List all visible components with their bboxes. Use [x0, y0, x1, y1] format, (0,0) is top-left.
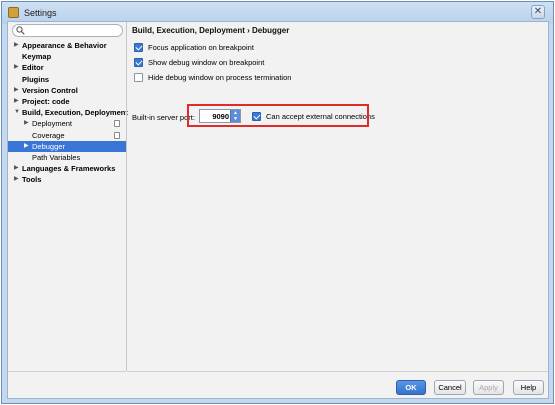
ok-button[interactable]: OK [396, 380, 426, 395]
sidebar-item-label: Plugins [22, 74, 50, 84]
chevron-right-icon[interactable]: ▶ [24, 118, 29, 129]
close-button[interactable]: ✕ [531, 5, 545, 19]
search-icon [16, 26, 25, 35]
show-debug-window-option[interactable]: Show debug window on breakpoint [134, 57, 264, 68]
sidebar-item-label: Project: code [22, 96, 70, 106]
chevron-right-icon[interactable]: ▶ [14, 174, 19, 185]
sidebar-item-label: Appearance & Behavior [22, 41, 107, 50]
sidebar-item-label: Debugger [32, 141, 65, 151]
project-level-icon [114, 120, 120, 128]
chevron-right-icon[interactable]: ▶ [14, 96, 19, 107]
settings-panel: Build, Execution, Deployment › Debugger … [127, 22, 548, 371]
settings-app-icon [8, 7, 19, 18]
chevron-right-icon[interactable]: ▶ [14, 163, 19, 174]
highlight-box [187, 104, 369, 127]
sidebar-item-label: Build, Execution, Deployment [22, 108, 128, 118]
sidebar-item-label: Path Variables [32, 152, 81, 162]
show-debug-window-label[interactable]: Show debug window on breakpoint [148, 58, 264, 67]
sidebar-item-keymap[interactable]: Keymap [8, 51, 126, 62]
dialog-body: ▶ Appearance & Behavior Keymap ▶ Editor … [7, 21, 549, 399]
hide-debug-window-checkbox[interactable] [134, 73, 143, 82]
sidebar-item-appearance-behavior[interactable]: ▶ Appearance & Behavior [8, 40, 126, 51]
chevron-right-icon[interactable]: ▶ [14, 85, 19, 96]
hide-debug-window-option[interactable]: Hide debug window on process termination [134, 72, 291, 83]
show-debug-window-checkbox[interactable] [134, 58, 143, 67]
window-title: Settings [24, 8, 57, 18]
settings-sidebar: ▶ Appearance & Behavior Keymap ▶ Editor … [8, 22, 128, 371]
sidebar-item-debugger[interactable]: ▶ Debugger [8, 140, 126, 152]
footer-divider [127, 371, 548, 372]
footer-divider [8, 371, 126, 372]
focus-application-checkbox[interactable] [134, 43, 143, 52]
port-label: Built-in server port: [132, 113, 195, 122]
chevron-right-icon[interactable]: ▶ [14, 40, 19, 51]
chevron-down-icon[interactable]: ▼ [14, 107, 20, 118]
hide-debug-window-label[interactable]: Hide debug window on process termination [148, 73, 291, 82]
sidebar-item-label: Version Control [22, 85, 78, 95]
settings-tree: ▶ Appearance & Behavior Keymap ▶ Editor … [8, 40, 128, 185]
sidebar-item-editor[interactable]: ▶ Editor [8, 62, 126, 73]
sidebar-item-label: Languages & Frameworks [22, 164, 116, 174]
sidebar-item-label: Keymap [22, 52, 52, 62]
project-level-icon [114, 131, 120, 139]
sidebar-item-project[interactable]: ▶ Project: code [8, 96, 126, 107]
cancel-button[interactable]: Cancel [434, 380, 466, 395]
search-input[interactable] [12, 24, 123, 37]
sidebar-item-plugins[interactable]: Plugins [8, 74, 126, 85]
sidebar-item-label: Deployment [32, 119, 73, 129]
sidebar-item-tools[interactable]: ▶ Tools [8, 174, 126, 185]
sidebar-item-label: Coverage [32, 130, 65, 140]
sidebar-item-build-execution-deployment[interactable]: ▼ Build, Execution, Deployment [8, 107, 128, 118]
focus-application-option[interactable]: Focus application on breakpoint [134, 42, 254, 53]
focus-application-label[interactable]: Focus application on breakpoint [148, 43, 254, 52]
sidebar-item-deployment[interactable]: ▶ Deployment [8, 118, 126, 129]
sidebar-item-version-control[interactable]: ▶ Version Control [8, 85, 126, 96]
help-button[interactable]: Help [513, 380, 544, 395]
sidebar-item-path-variables[interactable]: Path Variables [8, 152, 126, 163]
settings-window: Settings ✕ ▶ Appearance & Behavior Keyma… [1, 1, 554, 404]
sidebar-item-languages-frameworks[interactable]: ▶ Languages & Frameworks [8, 163, 126, 174]
apply-button[interactable]: Apply [473, 380, 504, 395]
sidebar-item-coverage[interactable]: Coverage [8, 130, 126, 141]
sidebar-item-label: Editor [22, 63, 44, 73]
breadcrumb: Build, Execution, Deployment › Debugger [132, 26, 290, 35]
chevron-right-icon[interactable]: ▶ [14, 62, 19, 73]
sidebar-item-label: Tools [22, 175, 42, 185]
chevron-right-icon[interactable]: ▶ [24, 141, 29, 152]
